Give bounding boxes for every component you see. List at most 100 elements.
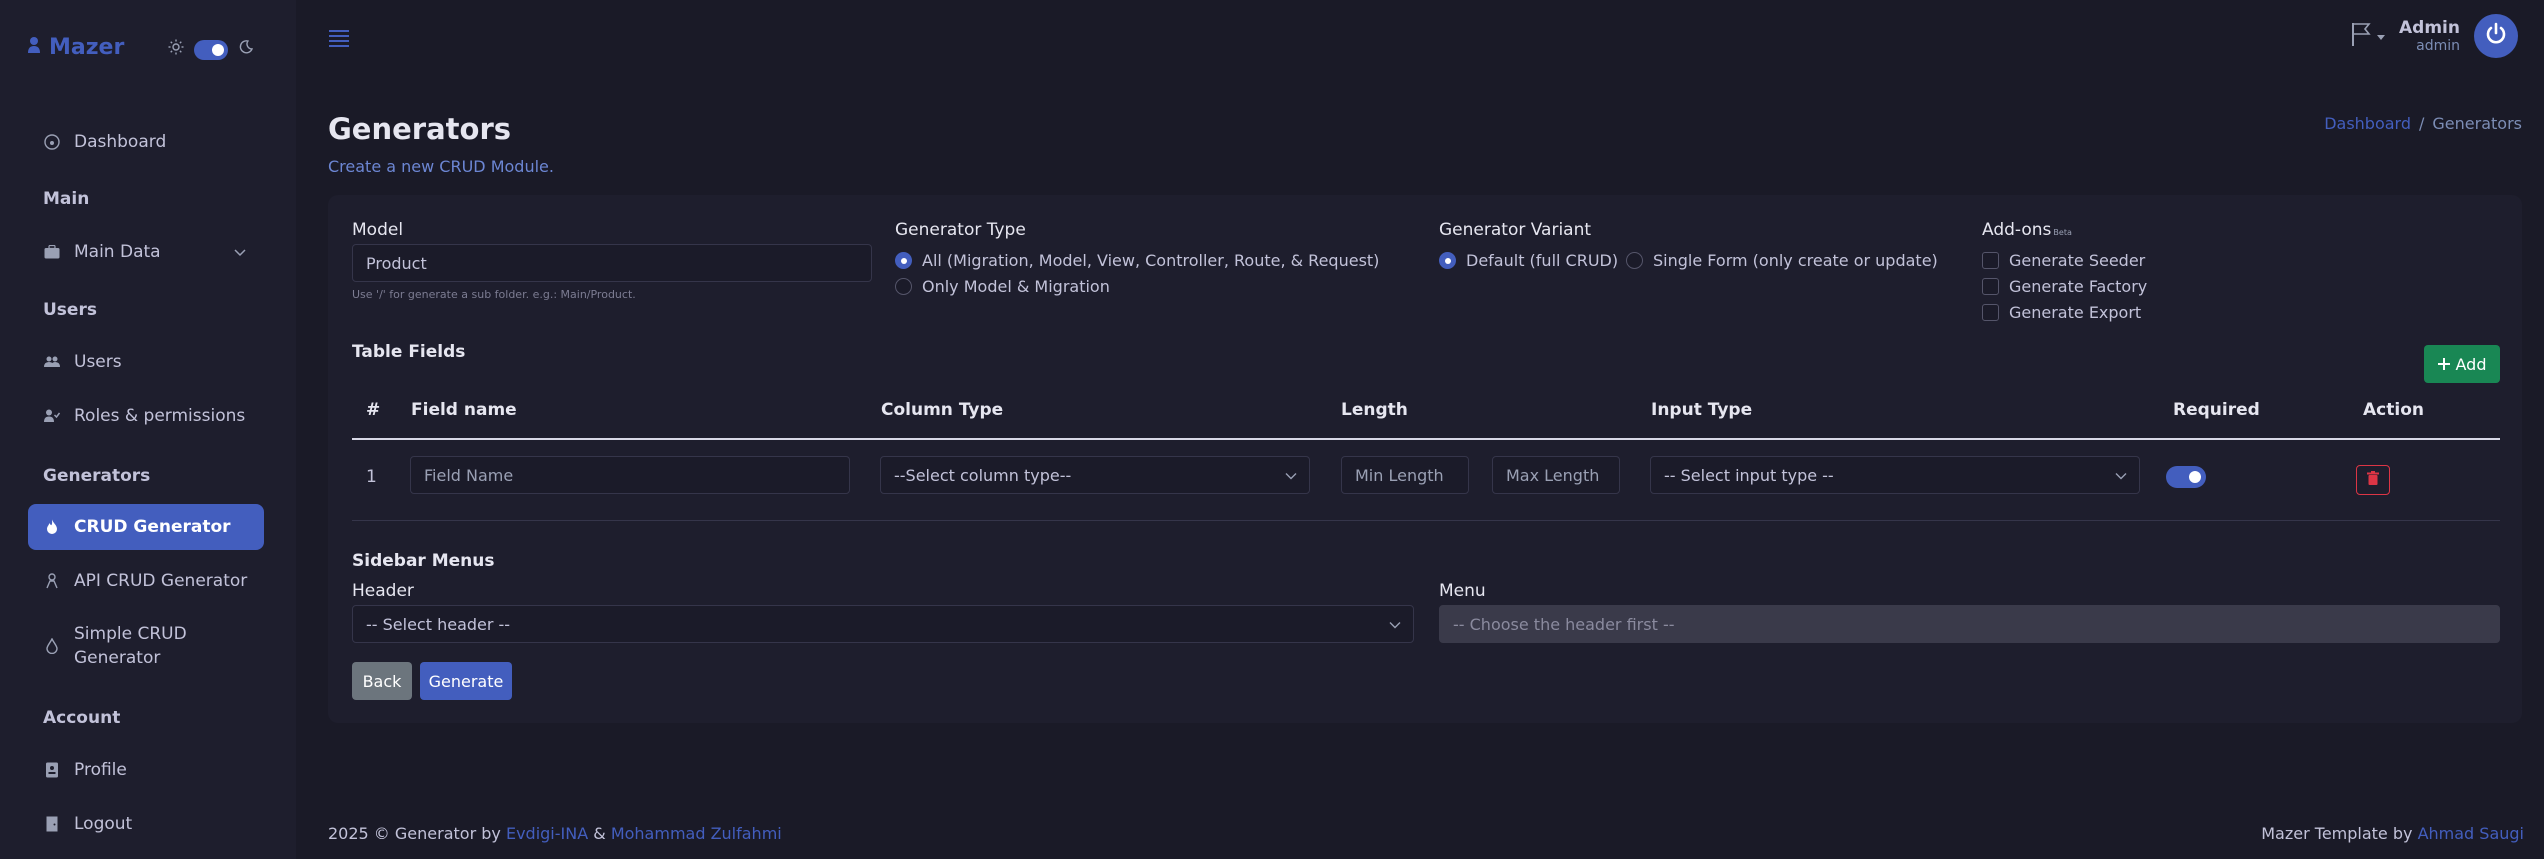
header-label: Header <box>352 581 414 601</box>
sidebar-section-account: Account <box>43 708 121 728</box>
sidebar-item-users[interactable]: Users <box>28 348 264 376</box>
breadcrumb-current: Generators <box>2432 114 2522 133</box>
max-length-placeholder: Max Length <box>1506 465 1600 485</box>
back-button[interactable]: Back <box>352 662 412 700</box>
sidebar-item-label: Users <box>74 352 122 372</box>
radio-label: Default (full CRUD) <box>1466 251 1619 270</box>
generate-button[interactable]: Generate <box>420 662 512 700</box>
breadcrumb-link-dashboard[interactable]: Dashboard <box>2324 114 2411 133</box>
sidebar: Mazer Dashboard Main Main Data Users Use… <box>0 0 296 859</box>
sidebar-section-users: Users <box>43 300 97 320</box>
footer-link-evdigi[interactable]: Evdigi-INA <box>506 824 588 843</box>
column-type-select[interactable]: --Select column type-- <box>880 456 1310 494</box>
sidebar-item-simple-crud-generator[interactable]: Simple CRUD Generator <box>28 620 264 672</box>
power-icon <box>2484 22 2508 51</box>
model-label: Model <box>352 220 404 240</box>
table-fields-title: Table Fields <box>352 342 466 362</box>
addon-generate-factory[interactable]: Generate Factory <box>1982 277 2147 296</box>
avatar[interactable] <box>2474 14 2518 58</box>
checkbox-label: Generate Seeder <box>2009 251 2146 270</box>
checkbox-label: Generate Factory <box>2009 277 2148 296</box>
field-name-placeholder: Field Name <box>424 465 514 485</box>
back-button-label: Back <box>362 671 402 691</box>
page-subtitle: Create a new CRUD Module. <box>328 157 554 176</box>
briefcase-icon <box>44 244 60 260</box>
generator-type-label: Generator Type <box>895 220 1026 240</box>
caret-down-icon <box>2377 26 2386 46</box>
sidebar-item-logout[interactable]: Logout <box>28 810 264 838</box>
variant-option-single-form[interactable]: Single Form (only create or update) <box>1626 251 1938 270</box>
chevron-down-icon <box>234 242 246 262</box>
footer-link-template-author[interactable]: Ahmad Saugi <box>2418 824 2524 843</box>
footer-ampersand: & <box>593 824 606 843</box>
checkbox[interactable] <box>1982 252 1999 269</box>
gauge-icon <box>44 134 60 150</box>
model-input-value: Product <box>366 253 427 273</box>
flag-icon <box>2351 21 2373 52</box>
user-role: admin <box>2416 38 2460 54</box>
column-header-column-type: Column Type <box>881 400 1004 420</box>
model-help-text: Use '/' for generate a sub folder. e.g.:… <box>352 288 636 301</box>
sidebar-item-label: Profile <box>74 760 127 780</box>
delete-row-button[interactable] <box>2356 465 2390 495</box>
addon-generate-seeder[interactable]: Generate Seeder <box>1982 251 2145 270</box>
addons-label: Add-ons Beta <box>1982 220 2072 240</box>
sidebar-item-profile[interactable]: Profile <box>28 756 264 784</box>
language-dropdown[interactable] <box>2351 21 2386 52</box>
menu-select-value: -- Choose the header first -- <box>1453 614 1675 634</box>
footer-link-author[interactable]: Mohammad Zulfahmi <box>611 824 782 843</box>
model-input[interactable]: Product <box>352 244 872 282</box>
radio-unchecked[interactable] <box>895 278 912 295</box>
radio-label: Only Model & Migration <box>922 277 1110 296</box>
sidebar-item-api-crud-generator[interactable]: API CRUD Generator <box>28 567 264 595</box>
sidebar-item-roles[interactable]: Roles & permissions <box>28 402 264 430</box>
sun-icon <box>168 39 184 60</box>
theme-switch[interactable] <box>194 39 228 60</box>
sidebar-item-main-data[interactable]: Main Data <box>28 238 264 266</box>
column-header-field-name: Field name <box>411 400 517 420</box>
sidebar-item-label: Roles & permissions <box>74 406 246 426</box>
checkbox[interactable] <box>1982 278 1999 295</box>
people-icon <box>44 354 60 370</box>
user-info[interactable]: Admin admin <box>2399 18 2460 54</box>
sidebar-item-label: CRUD Generator <box>74 517 231 537</box>
radio-unchecked[interactable] <box>1626 252 1643 269</box>
droplet-icon <box>44 638 60 654</box>
menu-label: Menu <box>1439 581 1486 601</box>
sidebar-section-generators: Generators <box>43 466 151 486</box>
door-icon <box>44 816 60 832</box>
radio-label: Single Form (only create or update) <box>1653 251 1938 270</box>
sidebar-item-crud-generator[interactable]: CRUD Generator <box>28 504 264 550</box>
variant-option-default[interactable]: Default (full CRUD) <box>1439 251 1618 270</box>
sidebar-section-main: Main <box>43 189 90 209</box>
sidebar-item-label: Dashboard <box>74 132 167 152</box>
addon-generate-export[interactable]: Generate Export <box>1982 303 2141 322</box>
column-header-length: Length <box>1341 400 1408 420</box>
footer-template-credit: Mazer Template by <box>2261 824 2413 843</box>
footer-left: 2025 © Generator by Evdigi-INA & Mohamma… <box>328 824 782 843</box>
sidebar-menus-title: Sidebar Menus <box>352 551 495 571</box>
add-field-button[interactable]: Add <box>2424 345 2500 383</box>
radio-checked[interactable] <box>895 252 912 269</box>
sidebar-item-dashboard[interactable]: Dashboard <box>28 128 264 156</box>
brand[interactable]: Mazer <box>27 35 124 60</box>
header-select[interactable]: -- Select header -- <box>352 605 1414 643</box>
radio-checked[interactable] <box>1439 252 1456 269</box>
checkbox[interactable] <box>1982 304 1999 321</box>
column-header-required: Required <box>2173 400 2260 420</box>
user-name: Admin <box>2399 18 2460 38</box>
header-select-value: -- Select header -- <box>366 614 511 634</box>
generator-type-option-all[interactable]: All (Migration, Model, View, Controller,… <box>895 251 1379 270</box>
radio-label: All (Migration, Model, View, Controller,… <box>922 251 1380 270</box>
breadcrumb-separator: / <box>2419 114 2425 133</box>
max-length-input[interactable]: Max Length <box>1492 456 1620 494</box>
field-name-input[interactable]: Field Name <box>410 456 850 494</box>
id-badge-icon <box>44 762 60 778</box>
input-type-select[interactable]: -- Select input type -- <box>1650 456 2140 494</box>
menu-toggle-icon[interactable] <box>328 28 350 53</box>
generator-type-option-model-migration[interactable]: Only Model & Migration <box>895 277 1110 296</box>
column-header-input-type: Input Type <box>1651 400 1753 420</box>
fire-icon <box>44 519 60 535</box>
min-length-input[interactable]: Min Length <box>1341 456 1469 494</box>
required-toggle[interactable] <box>2166 466 2206 488</box>
